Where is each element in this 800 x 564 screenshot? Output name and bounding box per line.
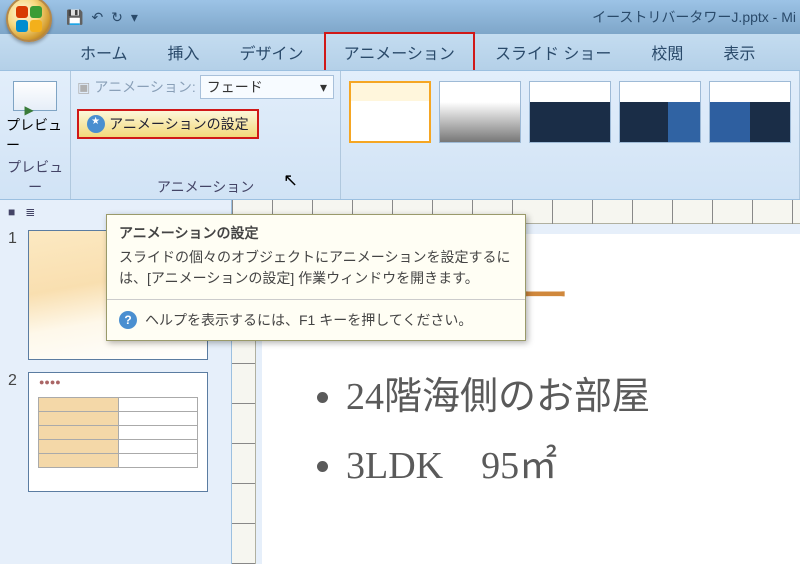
thumb-number-1: 1 [8,230,22,360]
ribbon-group-title-animation: アニメーション [77,175,334,197]
ribbon-group-preview: プレビュー プレビュー [0,71,71,199]
transition-slide-blue2[interactable] [709,81,791,143]
office-logo-icon [16,6,42,32]
tab-view[interactable]: 表示 [703,32,775,70]
animation-settings-label: アニメーションの設定 [109,114,248,134]
animation-settings-tooltip: アニメーションの設定 スライドの個々のオブジェクトにアニメーションを設定するには… [106,214,526,341]
transition-fade-black[interactable] [439,81,521,143]
tooltip-title: アニメーションの設定 [107,215,525,247]
help-icon: ? [119,311,137,329]
window-title: イーストリバータワーJ.pptx - Mi [592,7,796,27]
slide-bullet-2[interactable]: 3LDK 95㎡ [346,434,800,489]
thumb-number-2: 2 [8,372,22,492]
ribbon: プレビュー プレビュー ▣ アニメーション: フェード ▾ アニメーションの設定… [0,70,800,200]
ribbon-group-title-preview: プレビュー [6,155,64,197]
slides-tab[interactable]: ■ [8,205,15,219]
redo-icon[interactable]: ↻ [111,9,123,26]
animation-icon: ▣ [77,79,90,96]
qat-dropdown-icon[interactable]: ▾ [131,9,138,26]
transition-slide-dark[interactable] [529,81,611,143]
transition-gallery[interactable] [347,75,793,143]
animation-settings-icon [87,115,105,133]
slide-bullets[interactable]: 24階海側のお部屋 3LDK 95㎡ [302,365,800,489]
slide-bullet-1[interactable]: 24階海側のお部屋 [346,365,800,420]
animation-settings-button[interactable]: アニメーションの設定 [77,109,258,139]
tab-review[interactable]: 校閲 [631,32,703,70]
quick-access-toolbar: 💾 ↶ ↻ ▾ [66,9,138,26]
undo-icon[interactable]: ↶ [91,9,103,26]
transition-none[interactable] [349,81,431,143]
outline-tab[interactable]: ≣ [25,205,35,219]
slide-thumbnail-2[interactable]: ●●●● [28,372,208,492]
tab-design[interactable]: デザイン [220,32,324,70]
tab-animation[interactable]: アニメーション [324,32,475,70]
ribbon-group-animation: ▣ アニメーション: フェード ▾ アニメーションの設定 アニメーション [71,71,341,199]
animation-effect-combo[interactable]: フェード ▾ [200,75,334,99]
tab-slideshow[interactable]: スライド ショー [475,32,631,70]
tooltip-help-text: ヘルプを表示するには、F1 キーを押してください。 [145,310,472,330]
tooltip-help: ? ヘルプを表示するには、F1 キーを押してください。 [107,300,525,340]
tab-insert[interactable]: 挿入 [148,32,220,70]
tab-home[interactable]: ホーム [60,32,148,70]
thumb2-table [38,397,198,468]
tooltip-body: スライドの個々のオブジェクトにアニメーションを設定するには、[アニメーションの設… [107,247,525,300]
title-bar: 💾 ↶ ↻ ▾ イーストリバータワーJ.pptx - Mi [0,0,800,34]
transition-slide-blue[interactable] [619,81,701,143]
preview-button[interactable] [13,81,57,111]
animation-effect-value: フェード [207,77,263,97]
chevron-down-icon: ▾ [320,79,327,96]
animation-combo-label: アニメーション: [94,77,195,97]
ribbon-tabs: ホーム 挿入 デザイン アニメーション スライド ショー 校閲 表示 [0,34,800,70]
preview-button-label: プレビュー [6,115,64,155]
ribbon-group-transitions [341,71,800,199]
save-icon[interactable]: 💾 [66,9,83,26]
